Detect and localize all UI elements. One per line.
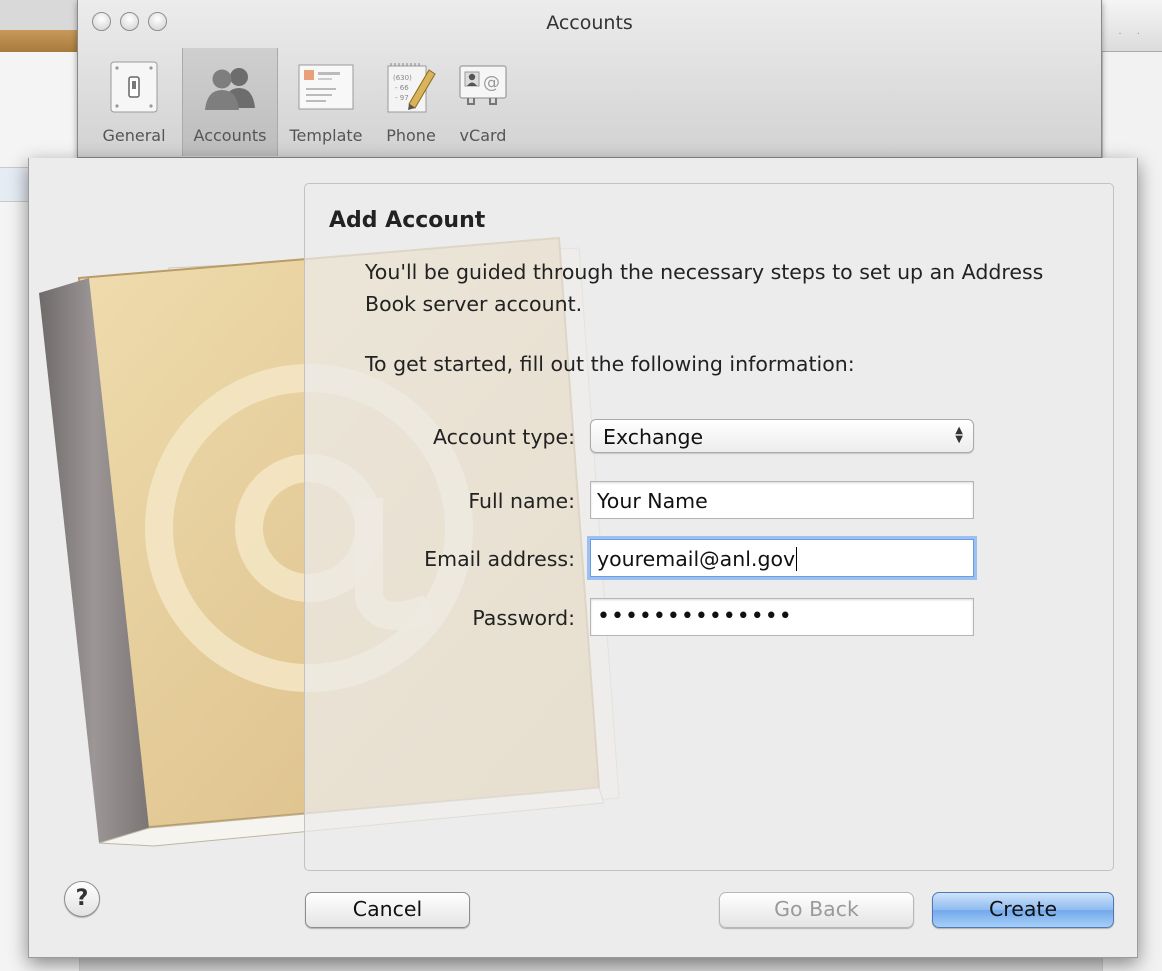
notepad-pencil-icon: (630) - 66 - 97 xyxy=(382,58,440,116)
tab-general[interactable]: General xyxy=(86,48,182,156)
account-type-row: Account type: Exchange ▲ ▼ xyxy=(305,417,1115,457)
preferences-window: Accounts General Accounts Template (630)… xyxy=(77,0,1102,158)
svg-text:(630): (630) xyxy=(393,74,412,82)
cancel-button[interactable]: Cancel xyxy=(305,892,470,928)
password-label: Password: xyxy=(472,606,575,630)
tab-vcard[interactable]: @ vCard xyxy=(448,48,518,156)
switch-icon xyxy=(105,58,163,116)
svg-text:- 66: - 66 xyxy=(395,84,409,92)
tab-phone[interactable]: (630) - 66 - 97 Phone xyxy=(374,48,448,156)
tab-accounts[interactable]: Accounts xyxy=(182,48,278,156)
add-account-panel: Add Account You'll be guided through the… xyxy=(304,183,1114,871)
tab-accounts-label: Accounts xyxy=(193,126,267,145)
help-button[interactable]: ? xyxy=(64,881,100,917)
title-bar: Accounts xyxy=(78,0,1101,40)
svg-text:- 97: - 97 xyxy=(395,94,409,102)
tab-vcard-label: vCard xyxy=(459,126,507,145)
window-title: Accounts xyxy=(546,12,633,34)
background-app-ruler: . . . . xyxy=(1100,0,1162,52)
full-name-label: Full name: xyxy=(468,489,575,513)
people-icon xyxy=(201,58,259,116)
card-template-icon xyxy=(297,58,355,116)
full-name-value: Your Name xyxy=(597,489,708,513)
account-type-label: Account type: xyxy=(433,425,575,449)
email-label: Email address: xyxy=(424,547,575,571)
updown-arrows-icon: ▲ ▼ xyxy=(955,425,963,445)
preferences-toolbar: General Accounts Template (630) - 66 - 9… xyxy=(86,48,518,156)
account-type-value: Exchange xyxy=(603,425,704,449)
password-row: Password: •••••••••••••• xyxy=(305,598,1115,638)
tab-template-label: Template xyxy=(289,126,363,145)
sheet-title: Add Account xyxy=(329,208,486,233)
password-field[interactable]: •••••••••••••• xyxy=(590,598,974,636)
create-button[interactable]: Create xyxy=(932,892,1114,928)
sheet-description: You'll be guided through the necessary s… xyxy=(365,260,1044,316)
password-value: •••••••••••••• xyxy=(597,604,793,629)
vcard-icon: @ xyxy=(454,58,512,116)
email-field[interactable]: youremail@anl.gov xyxy=(590,539,974,577)
add-account-sheet: Add Account You'll be guided through the… xyxy=(28,158,1138,958)
go-back-button[interactable]: Go Back xyxy=(719,892,914,928)
tab-general-label: General xyxy=(102,126,166,145)
full-name-field[interactable]: Your Name xyxy=(590,481,974,519)
email-row: Email address: youremail@anl.gov xyxy=(305,539,1115,579)
email-value: youremail@anl.gov xyxy=(597,547,796,571)
full-name-row: Full name: Your Name xyxy=(305,481,1115,521)
sheet-prompt: To get started, fill out the following i… xyxy=(365,352,855,376)
text-caret xyxy=(796,547,798,571)
svg-text:@: @ xyxy=(483,73,500,93)
tab-phone-label: Phone xyxy=(386,126,436,145)
account-type-select[interactable]: Exchange ▲ ▼ xyxy=(590,419,974,453)
tab-template[interactable]: Template xyxy=(278,48,374,156)
